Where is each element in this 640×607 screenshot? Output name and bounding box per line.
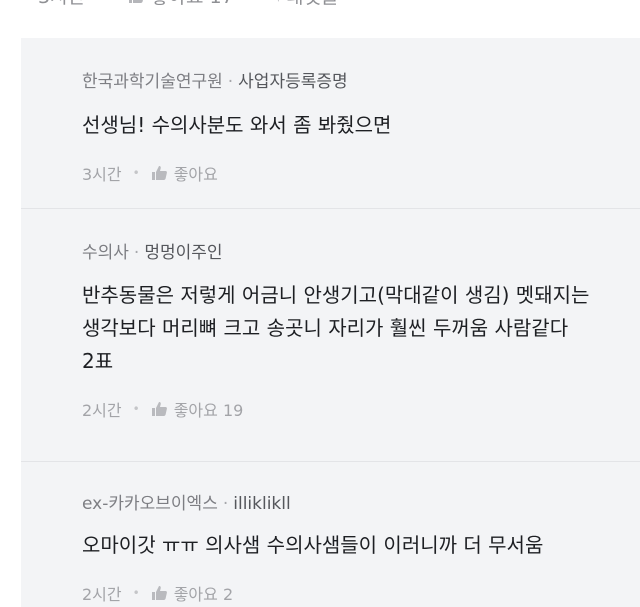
reply-meta: 2시간 • 좋아요 19 [82,397,243,421]
reply-like-button[interactable]: 좋아요 2 [151,581,233,605]
reply-author-name: 수의사 [82,243,129,263]
reply-item: 한국과학기술연구원 · 사업자등록증명 선생님! 수의사분도 와서 좀 봐줬으면 3… [21,38,640,209]
reply-like-label: 좋아요 2 [173,585,234,604]
thumbs-up-icon [129,0,143,3]
reply-time: 2시간 [82,401,122,420]
reply-item: 수의사 · 멍멍이주인 반추동물은 저렇게 어금니 안생기고(막대같이 생김) 멧돼… [21,208,640,462]
parent-like-button[interactable]: 좋아요 17 [128,0,234,9]
reply-time: 2시간 [82,585,122,604]
reply-text: 선생님! 수의사분도 와서 좀 봐줬으면 [82,113,392,137]
reply-time: 3시간 [82,165,122,184]
parent-like-label: 좋아요 17 [151,0,234,8]
reply-author-org: illiklikll [233,494,291,514]
reply-like-label: 좋아요 19 [173,401,244,420]
reply-author-line[interactable]: ex-카카오브이엑스 · illiklikll [82,489,291,514]
reply-author-name: 한국과학기술연구원 [82,72,223,92]
reply-like-button[interactable]: 좋아요 [151,161,218,185]
reply-list: 한국과학기술연구원 · 사업자등록증명 선생님! 수의사분도 와서 좀 봐줬으면 3… [21,38,640,607]
reply-author-name: ex-카카오브이엑스 [82,494,218,514]
thumbs-up-icon [151,402,167,416]
parent-comment-footer: 3시간 좋아요 17 대댓글 ··· [0,0,640,12]
thumbs-up-icon [151,166,167,180]
reply-meta: 3시간 • 좋아요 [82,161,218,185]
reply-text: 반추동물은 저렇게 어금니 안생기고(막대같이 생김) 멧돼지는 생각보다 머리… [82,283,590,373]
reply-text: 오마이갓 ㅠㅠ 의사샘 수의사샘들이 이러니까 더 무서움 [82,533,544,557]
reply-author-line[interactable]: 수의사 · 멍멍이주인 [82,238,223,263]
reply-author-line[interactable]: 한국과학기술연구원 · 사업자등록증명 [82,67,348,92]
reply-like-label: 좋아요 [173,165,218,184]
parent-reply-label: 대댓글 [286,0,338,8]
reply-like-button[interactable]: 좋아요 19 [151,397,244,421]
reply-author-org: 사업자등록증명 [238,72,348,92]
reply-author-org: 멍멍이주인 [144,243,223,263]
reply-arrow-icon [270,0,279,2]
parent-time: 3시간 [38,0,85,9]
more-options-icon[interactable]: ··· [585,0,610,8]
reply-item: ex-카카오브이엑스 · illiklikll 오마이갓 ㅠㅠ 의사샘 수의사샘들이… [21,461,640,607]
reply-meta: 2시간 • 좋아요 2 [82,581,233,605]
thumbs-up-icon [151,586,167,600]
parent-reply-button[interactable]: 대댓글 [263,0,338,9]
